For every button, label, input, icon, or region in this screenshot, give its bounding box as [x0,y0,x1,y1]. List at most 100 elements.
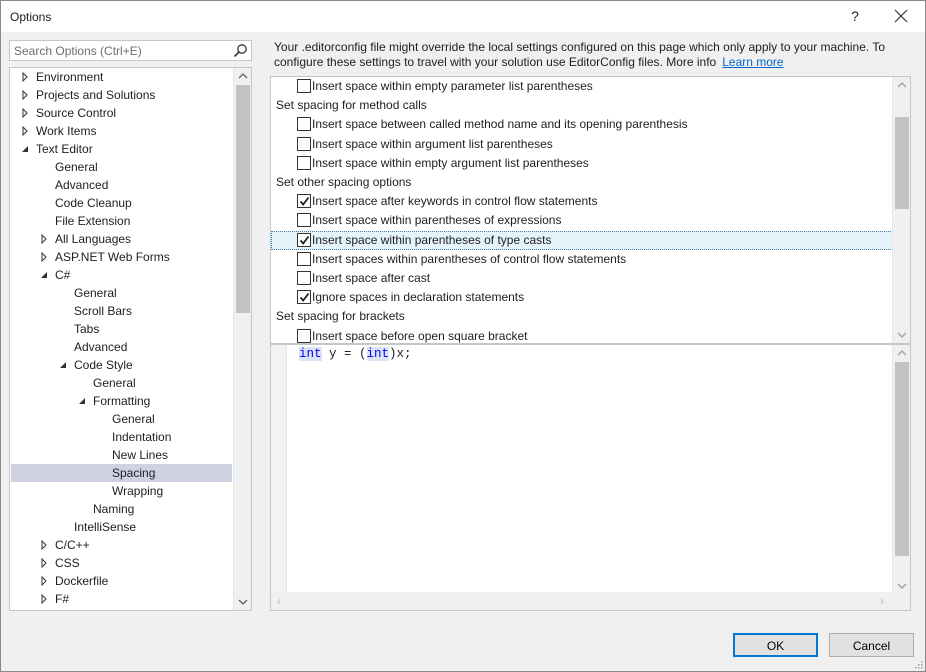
search-icon[interactable] [233,43,248,58]
tree-item[interactable]: Work Items [11,122,232,140]
expanded-arrow-icon[interactable] [58,360,68,370]
tree-item[interactable]: ASP.NET Web Forms [11,248,232,266]
checkmark-icon [299,293,310,303]
option-checkbox[interactable] [297,232,311,247]
tree-item[interactable]: General [11,374,232,392]
tree-item[interactable]: New Lines [11,446,232,464]
tree-item[interactable]: General [11,284,232,302]
tree-item[interactable]: Code Cleanup [11,194,232,212]
option-row[interactable]: Insert space after keywords in control f… [271,192,893,211]
chevron-right-icon[interactable]: › [875,594,889,608]
option-row[interactable]: Ignore spaces in declaration statements [271,288,893,307]
close-button[interactable] [883,3,919,29]
tree-item[interactable]: Formatting [11,392,232,410]
tree-item[interactable]: Naming [11,500,232,518]
tree-scrollbar[interactable] [233,68,251,610]
tree-item[interactable]: Spacing [11,464,232,482]
option-checkbox[interactable] [297,290,311,305]
option-row[interactable]: Insert space before open square bracket [271,327,893,343]
search-box[interactable] [9,40,252,61]
tree-item[interactable]: Indentation [11,428,232,446]
tree-item[interactable]: Scroll Bars [11,302,232,320]
tree-item[interactable]: Environment [11,68,232,86]
collapsed-arrow-icon[interactable] [20,90,30,100]
tree-item-label: New Lines [112,448,169,462]
option-label: Insert spaces within parentheses of cont… [312,251,627,266]
tree-item-label: Environment [36,70,104,84]
tree-scroll-thumb[interactable] [236,85,250,313]
option-checkbox[interactable] [297,328,311,343]
preview-code: int y = (int)x; [299,346,412,362]
tree-item[interactable]: Wrapping [11,482,232,500]
option-checkbox[interactable] [297,213,311,228]
tree-item[interactable]: Dockerfile [11,572,232,590]
option-row[interactable]: Insert space after cast [271,269,893,288]
spacing-options-list[interactable]: Insert space within empty parameter list… [270,76,911,344]
tree-item[interactable]: General [11,158,232,176]
option-checkbox[interactable] [297,79,311,93]
option-row[interactable]: Insert spaces within parentheses of cont… [271,250,893,269]
option-row[interactable]: Insert space within empty parameter list… [271,77,893,96]
options-scroll-down-button[interactable] [893,327,910,343]
tree-item[interactable]: F# [11,590,232,608]
code-keyword: int [366,347,390,361]
learn-more-link[interactable]: Learn more [722,55,783,69]
option-row[interactable]: Insert space within empty argument list … [271,154,893,173]
option-checkbox[interactable] [297,117,311,132]
option-row[interactable]: Insert space within parentheses of type … [271,230,893,250]
option-row[interactable]: Insert space between called method name … [271,115,893,134]
tree-scroll-down-button[interactable] [234,594,251,610]
tree-item[interactable]: C/C++ [11,536,232,554]
collapsed-arrow-icon[interactable] [20,72,30,82]
tree-item[interactable]: Text Editor [11,140,232,158]
expanded-arrow-icon[interactable] [20,144,30,154]
tree-item[interactable]: Advanced [11,176,232,194]
option-checkbox[interactable] [297,271,311,285]
preview-scrollbar[interactable] [892,345,910,594]
option-checkbox[interactable] [297,155,311,170]
tree-item[interactable]: General [11,410,232,428]
tree-item[interactable]: Projects and Solutions [11,86,232,104]
preview-hscrollbar[interactable]: ‹ › [271,592,893,610]
tree-item[interactable]: Tabs [11,320,232,338]
scroll-corner [892,592,910,610]
collapsed-arrow-icon[interactable] [39,558,49,568]
options-tree[interactable]: Environment Projects and Solutions Source … [9,67,252,611]
preview-scroll-thumb[interactable] [895,362,909,556]
help-button[interactable]: ? [841,3,869,29]
option-checkbox[interactable] [297,251,311,266]
collapsed-arrow-icon[interactable] [39,594,49,604]
collapsed-arrow-icon[interactable] [39,576,49,586]
options-scroll-up-button[interactable] [893,77,910,93]
options-scroll-thumb[interactable] [895,117,909,209]
ok-button[interactable]: OK [733,633,818,657]
options-scrollbar[interactable] [892,77,910,343]
option-label: Insert space within argument list parent… [312,136,553,151]
tree-item[interactable]: All Languages [11,230,232,248]
tree-item[interactable]: File Extension [11,212,232,230]
search-input[interactable] [10,41,225,60]
collapsed-arrow-icon[interactable] [39,252,49,262]
collapsed-arrow-icon[interactable] [20,126,30,136]
tree-scroll-up-button[interactable] [234,68,251,84]
expanded-arrow-icon[interactable] [39,270,49,280]
option-checkbox[interactable] [297,136,311,151]
collapsed-arrow-icon[interactable] [20,108,30,118]
cancel-button[interactable]: Cancel [829,633,914,657]
tree-item[interactable]: Source Control [11,104,232,122]
collapsed-arrow-icon[interactable] [39,234,49,244]
tree-item-label: IntelliSense [74,520,137,534]
tree-item[interactable]: Advanced [11,338,232,356]
resize-grip-icon[interactable] [913,659,923,669]
expanded-arrow-icon[interactable] [77,396,87,406]
preview-scroll-up-button[interactable] [893,345,910,361]
collapsed-arrow-icon[interactable] [39,540,49,550]
option-checkbox[interactable] [297,194,311,209]
tree-item[interactable]: CSS [11,554,232,572]
tree-item[interactable]: IntelliSense [11,518,232,536]
option-row[interactable]: Insert space within argument list parent… [271,135,893,154]
option-row[interactable]: Insert space within parentheses of expre… [271,211,893,230]
chevron-left-icon[interactable]: ‹ [272,594,286,608]
tree-item[interactable]: C# [11,266,232,284]
tree-item[interactable]: Code Style [11,356,232,374]
